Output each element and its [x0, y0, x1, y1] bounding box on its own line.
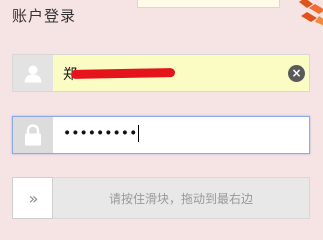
username-field[interactable]: 郑 × [12, 54, 310, 92]
text-caret [138, 125, 140, 142]
slider-hint: 请按住滑块，拖动到最右边 [108, 192, 253, 206]
user-icon [13, 55, 53, 91]
page-title: 账户登录 [12, 7, 77, 25]
slider-captcha[interactable]: » 请按住滑块，拖动到最右边 [12, 177, 310, 219]
logo-icon [299, 0, 323, 26]
password-value: ••••••••• [63, 125, 140, 142]
lock-icon [13, 117, 53, 153]
clear-icon[interactable]: × [288, 65, 305, 82]
slider-handle[interactable]: » [12, 177, 53, 219]
redaction-mark [70, 68, 176, 79]
top-banner-box [137, 0, 280, 8]
password-field[interactable]: ••••••••• [12, 116, 310, 154]
